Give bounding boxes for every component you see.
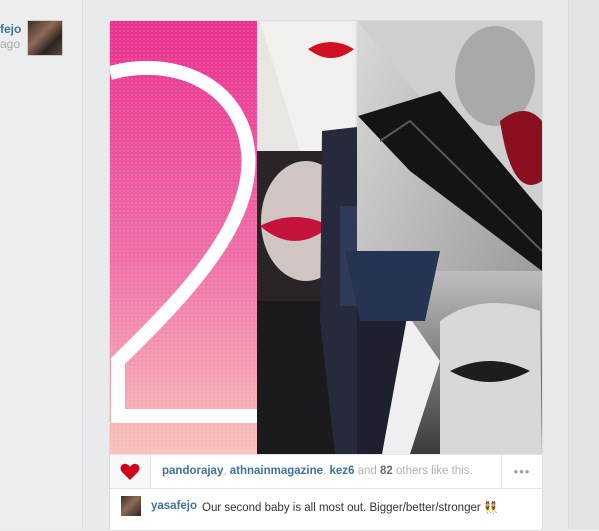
likes-count[interactable]: 82	[380, 465, 393, 477]
sidebar-timestamp: ago	[0, 37, 21, 51]
post-photo[interactable]	[110, 21, 542, 454]
caption-text: Our second baby is all most out. Bigger/…	[202, 502, 499, 514]
like-button[interactable]	[110, 455, 151, 488]
caption-username[interactable]: yasafejo	[151, 500, 197, 512]
scroll-gutter	[568, 0, 599, 529]
avatar[interactable]	[121, 496, 141, 516]
liker-username[interactable]: kez6	[329, 465, 354, 477]
like-bar: pandorajay, athnainmagazine, kez6 and 82…	[110, 454, 542, 489]
liker-username[interactable]: athnainmagazine	[230, 465, 323, 477]
ellipsis-icon: •••	[513, 464, 531, 479]
liker-username[interactable]: pandorajay	[162, 465, 223, 477]
more-options-button[interactable]: •••	[501, 455, 542, 488]
sidebar-username[interactable]: fejo	[0, 22, 21, 36]
likes-suffix: others like this.	[395, 465, 473, 477]
heart-icon	[120, 463, 140, 480]
post-card: pandorajay, athnainmagazine, kez6 and 82…	[109, 20, 543, 531]
likes-summary: pandorajay, athnainmagazine, kez6 and 82…	[162, 465, 473, 477]
caption: yasafejo Our second baby is all most out…	[110, 488, 542, 528]
avatar[interactable]	[27, 20, 63, 56]
sidebar: fejo ago	[0, 0, 83, 529]
likes-connector: and	[357, 465, 377, 477]
